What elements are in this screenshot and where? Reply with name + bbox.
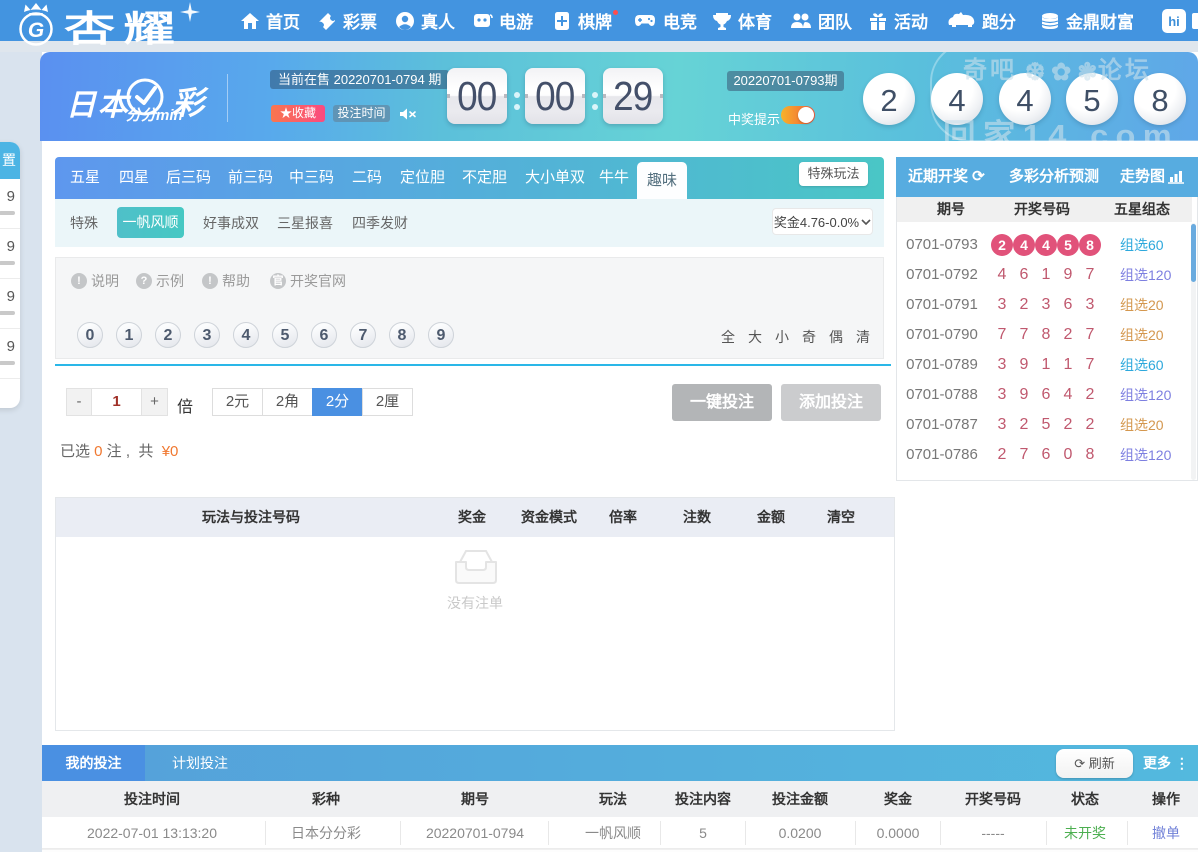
svg-text:G: G (28, 19, 44, 42)
svg-text:hi: hi (1168, 14, 1180, 29)
